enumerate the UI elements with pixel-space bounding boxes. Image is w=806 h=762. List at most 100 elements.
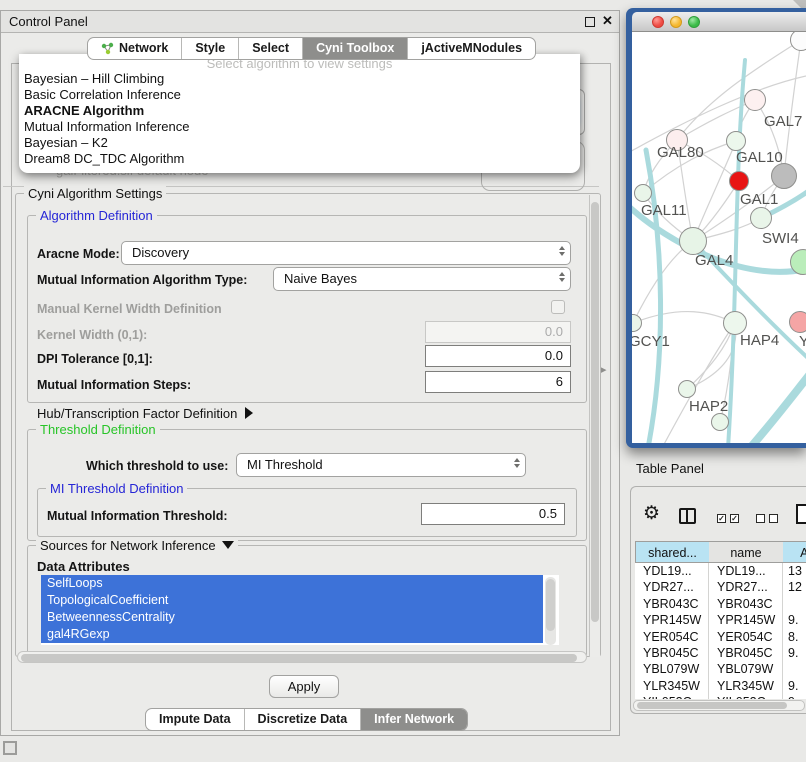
close-icon[interactable]: ✕ bbox=[602, 13, 613, 29]
tab-style[interactable]: Style bbox=[182, 38, 239, 59]
data-attributes-label: Data Attributes bbox=[37, 559, 130, 574]
close-traffic-light-icon[interactable] bbox=[652, 16, 664, 28]
column-header[interactable]: A... bbox=[783, 541, 806, 563]
mi-algorithm-type-combobox[interactable]: Naive Bayes bbox=[273, 267, 571, 291]
collapse-down-icon[interactable] bbox=[222, 541, 234, 549]
network-node[interactable] bbox=[744, 89, 766, 111]
collapsed-panel-icon[interactable] bbox=[3, 741, 17, 755]
tab-select[interactable]: Select bbox=[239, 38, 303, 59]
column-header-name[interactable]: name bbox=[709, 541, 784, 563]
attributes-scrollbar[interactable] bbox=[545, 577, 556, 645]
aracne-mode-combobox[interactable]: Discovery bbox=[121, 241, 571, 265]
dropdown-option-highlighted[interactable]: ARACNE Algorithm bbox=[24, 103, 144, 118]
table-row[interactable]: YER054C YER054C 8. bbox=[635, 629, 806, 645]
network-node[interactable] bbox=[679, 227, 707, 255]
dropdown-option[interactable]: Mutual Information Inference bbox=[24, 119, 189, 134]
cell-value: 13 bbox=[783, 563, 806, 579]
table-row[interactable]: YLR345W YLR345W 9. bbox=[635, 678, 806, 694]
zoom-traffic-light-icon[interactable] bbox=[688, 16, 700, 28]
minimize-traffic-light-icon[interactable] bbox=[670, 16, 682, 28]
apply-button[interactable]: Apply bbox=[269, 675, 339, 698]
network-node[interactable] bbox=[632, 314, 642, 332]
network-node[interactable] bbox=[790, 249, 806, 275]
group-title: Sources for Network Inference bbox=[36, 538, 238, 553]
tab-impute-data[interactable]: Impute Data bbox=[146, 709, 245, 730]
network-node-label: GAL1 bbox=[740, 191, 778, 208]
attribute-item-selected[interactable]: TopologicalCoefficient bbox=[41, 592, 543, 609]
cell-value: 9. bbox=[783, 678, 806, 694]
deselect-checkboxes-icon[interactable] bbox=[769, 514, 778, 523]
table-row[interactable]: YPR145W YPR145W 9. bbox=[635, 612, 806, 628]
network-window-titlebar[interactable] bbox=[632, 12, 806, 32]
mi-algorithm-type-label: Mutual Information Algorithm Type: bbox=[37, 273, 247, 287]
network-node[interactable] bbox=[729, 171, 749, 191]
data-attributes-list[interactable]: SelfLoopsTopologicalCoefficientBetweenne… bbox=[41, 575, 559, 645]
screen: Control Panel ✕ Network Style Select Cyn… bbox=[0, 0, 806, 762]
pane-divider-arrow-icon[interactable]: ▸ bbox=[601, 363, 607, 376]
table-row[interactable]: YBR043C YBR043C bbox=[635, 596, 806, 612]
mi-steps-field[interactable]: 6 bbox=[425, 371, 571, 393]
table-row[interactable]: YDL19... YDL19... 13 bbox=[635, 563, 806, 579]
table-horizontal-scrollbar[interactable] bbox=[633, 700, 805, 711]
gear-icon[interactable]: ⚙ bbox=[643, 502, 660, 525]
settings-horizontal-scrollbar[interactable] bbox=[17, 651, 587, 663]
network-node-label: SWI4 bbox=[762, 230, 799, 247]
cell-shared-name: YBL079W bbox=[635, 661, 709, 677]
cell-shared-name: YER054C bbox=[635, 629, 709, 645]
which-threshold-combobox[interactable]: MI Threshold bbox=[236, 453, 526, 477]
manual-kernel-width-checkbox[interactable] bbox=[551, 300, 565, 314]
expand-right-icon[interactable] bbox=[245, 407, 253, 419]
mi-threshold-field[interactable]: 0.5 bbox=[421, 503, 565, 525]
cell-name: YDR27... bbox=[709, 579, 783, 595]
dropdown-option[interactable]: Bayesian – K2 bbox=[24, 135, 108, 150]
dropdown-option[interactable]: Bayesian – Hill Climbing bbox=[24, 71, 164, 86]
tab-cyni-toolbox[interactable]: Cyni Toolbox bbox=[303, 38, 408, 59]
network-node[interactable] bbox=[678, 380, 696, 398]
scrollbar-thumb[interactable] bbox=[546, 579, 555, 631]
attribute-item-selected[interactable]: SelfLoops bbox=[41, 575, 543, 592]
scrollbar-thumb[interactable] bbox=[591, 202, 599, 622]
table-row[interactable]: YIL052C YIL052C 9. bbox=[635, 694, 806, 699]
dpi-tolerance-field[interactable]: 0.0 bbox=[425, 345, 571, 367]
network-node[interactable] bbox=[750, 207, 772, 229]
group-title: Threshold Definition bbox=[36, 422, 160, 437]
network-node[interactable] bbox=[790, 32, 806, 51]
column-header-shared-name[interactable]: shared... bbox=[635, 541, 710, 563]
table-body: YDL19... YDL19... 13 YDR27... YDR27... 1… bbox=[635, 563, 806, 699]
mi-threshold-label: Mutual Information Threshold: bbox=[47, 509, 228, 523]
tab-infer-network[interactable]: Infer Network bbox=[361, 709, 467, 730]
float-window-icon[interactable] bbox=[585, 17, 595, 27]
tab-label: Network bbox=[119, 38, 168, 59]
settings-vertical-scrollbar[interactable] bbox=[589, 195, 600, 657]
new-column-icon[interactable] bbox=[796, 504, 806, 524]
cell-shared-name: YDL19... bbox=[635, 563, 709, 579]
which-threshold-label: Which threshold to use: bbox=[86, 459, 228, 473]
tab-network[interactable]: Network bbox=[88, 38, 182, 59]
dropdown-option[interactable]: Dream8 DC_TDC Algorithm bbox=[24, 151, 184, 166]
dropdown-option[interactable]: Basic Correlation Inference bbox=[24, 87, 181, 102]
scrollbar-thumb[interactable] bbox=[637, 702, 787, 709]
split-columns-icon[interactable] bbox=[679, 508, 696, 524]
network-node[interactable] bbox=[711, 413, 729, 431]
hub-transcription-section[interactable]: Hub/Transcription Factor Definition bbox=[37, 406, 253, 421]
network-node[interactable] bbox=[634, 184, 652, 202]
scrollbar-thumb[interactable] bbox=[21, 654, 577, 662]
select-all-checkboxes-icon[interactable]: ✓ bbox=[717, 514, 726, 523]
table-row[interactable]: YDR27... YDR27... 12 bbox=[635, 579, 806, 595]
table-row[interactable]: YBR045C YBR045C 9. bbox=[635, 645, 806, 661]
table-row[interactable]: YBL079W YBL079W bbox=[635, 661, 806, 677]
cell-value bbox=[783, 596, 806, 612]
tab-discretize-data[interactable]: Discretize Data bbox=[245, 709, 362, 730]
cell-value: 12 bbox=[783, 579, 806, 595]
tab-label: Cyni Toolbox bbox=[316, 38, 394, 59]
attribute-item-selected[interactable]: gal4RGexp bbox=[41, 626, 543, 643]
network-canvas[interactable]: GAL7GAL80GAL10GAL1GAL11GAL4SWI4GCY1HAP4Y… bbox=[632, 32, 806, 443]
tab-jactivemnodules[interactable]: jActiveMNodules bbox=[408, 38, 535, 59]
network-node[interactable] bbox=[726, 131, 746, 151]
deselect-checkboxes-icon[interactable] bbox=[756, 514, 765, 523]
attribute-item-selected[interactable]: BetweennessCentrality bbox=[41, 609, 543, 626]
network-node[interactable] bbox=[789, 311, 806, 333]
control-panel-window: Control Panel ✕ Network Style Select Cyn… bbox=[0, 10, 620, 736]
select-all-checkboxes-icon[interactable]: ✓ bbox=[730, 514, 739, 523]
network-node[interactable] bbox=[771, 163, 797, 189]
